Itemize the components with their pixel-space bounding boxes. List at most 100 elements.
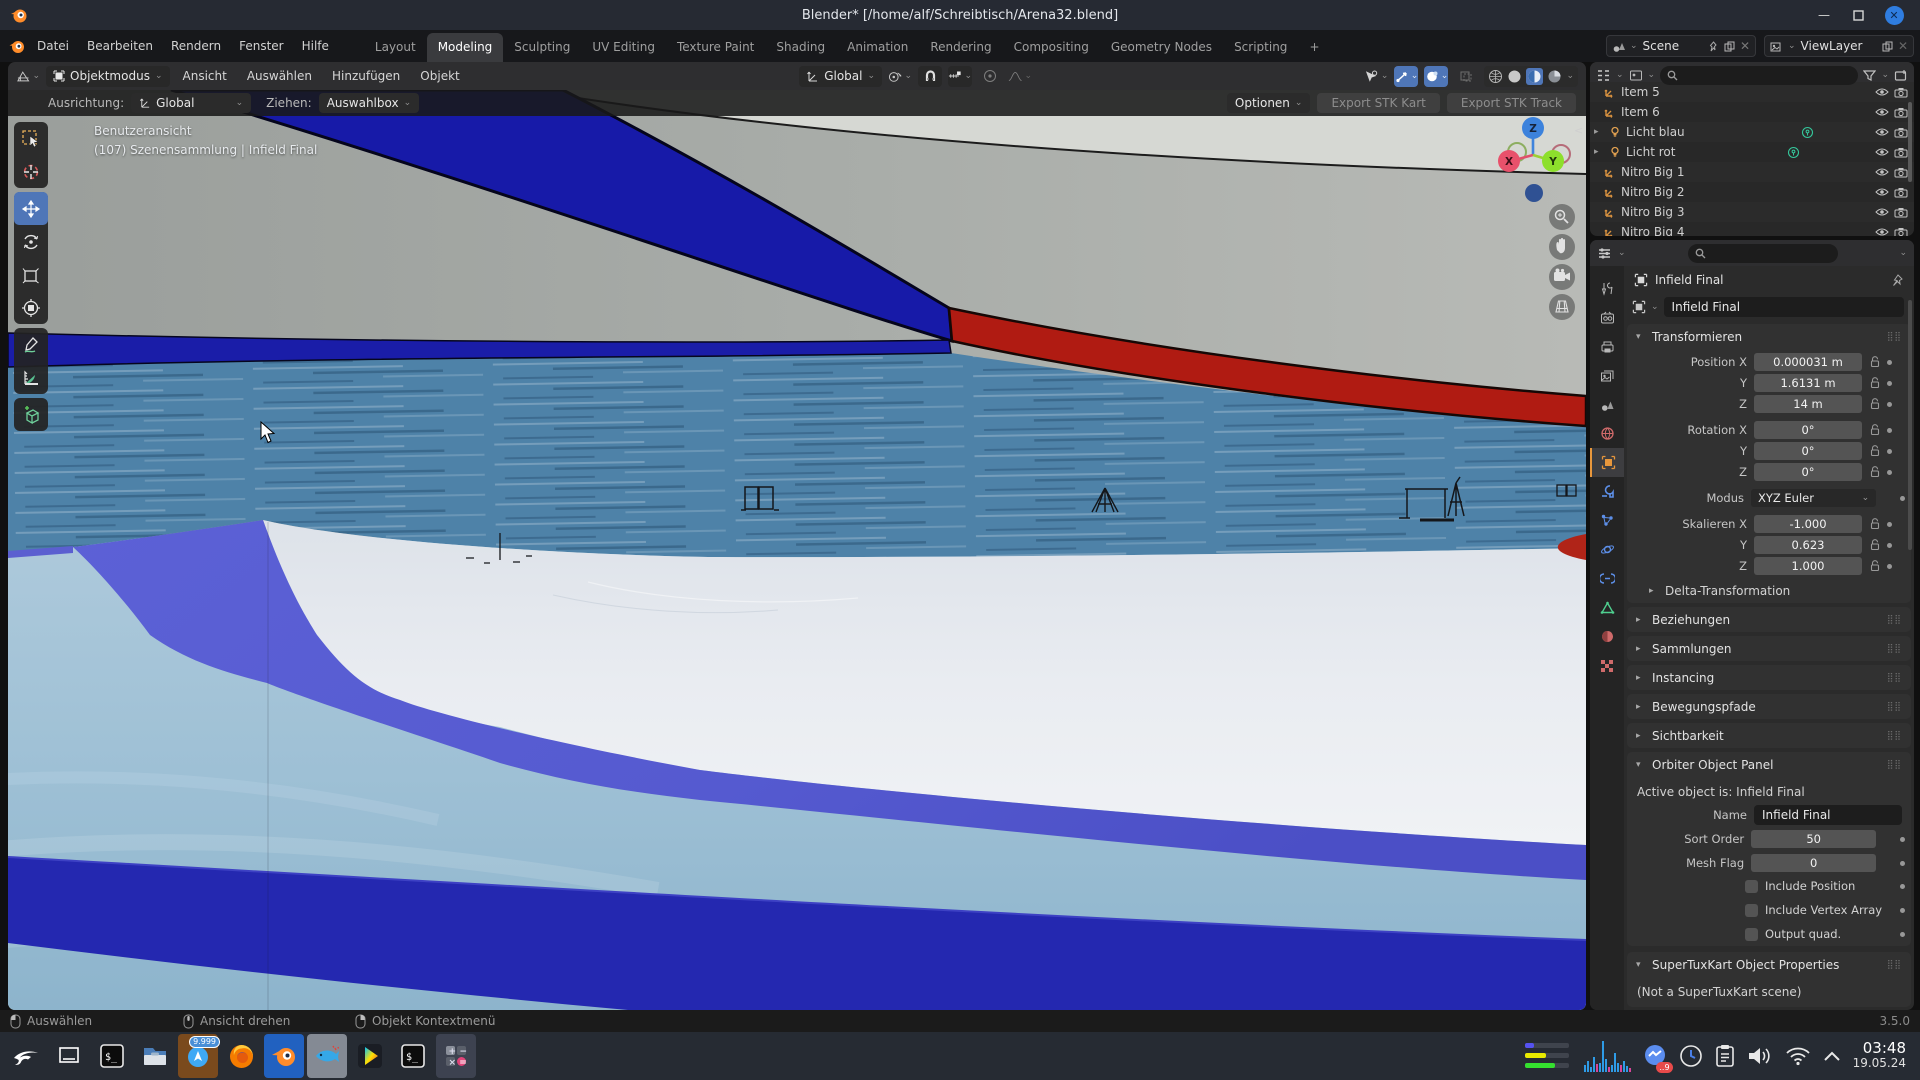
animate-dot[interactable] — [1887, 428, 1892, 433]
panel-instancing[interactable]: ▸Instancing⣿⣿ — [1627, 665, 1911, 690]
tab-modeling[interactable]: Modeling — [427, 33, 504, 62]
outliner-item[interactable]: Nitro Big 4 — [1590, 222, 1914, 236]
new-viewlayer-icon[interactable] — [1882, 41, 1893, 52]
editor-type-dropdown[interactable]: ⌄ — [16, 66, 40, 87]
export-stk-kart-button[interactable]: Export STK Kart — [1317, 93, 1439, 113]
properties-search[interactable] — [1688, 244, 1838, 263]
tab-scene[interactable] — [1590, 390, 1624, 419]
outliner-item[interactable]: Item 5 — [1590, 82, 1914, 102]
taskbar-terminal-1[interactable]: $_ — [92, 1034, 132, 1078]
proportional-editing-toggle[interactable] — [978, 66, 1002, 87]
shading-rendered-icon[interactable] — [1547, 69, 1562, 84]
new-collection-icon[interactable] — [1894, 69, 1908, 82]
outliner-item[interactable]: Item 6 — [1590, 102, 1914, 122]
animate-dot[interactable] — [1887, 381, 1892, 386]
menu-ansicht[interactable]: Ansicht — [176, 69, 234, 83]
pin-icon[interactable] — [1708, 41, 1719, 52]
outliner-item[interactable]: Nitro Big 3 — [1590, 202, 1914, 222]
animate-dot[interactable] — [1887, 543, 1892, 548]
tab-texture-paint[interactable]: Texture Paint — [666, 33, 765, 62]
window-titlebar[interactable]: Blender* [/home/alf/Schreibtisch/Arena32… — [0, 0, 1920, 30]
hide-eye-icon[interactable] — [1875, 187, 1889, 197]
menu-auswaehlen[interactable]: Auswählen — [240, 69, 319, 83]
animate-dot[interactable] — [1900, 837, 1905, 842]
panel-transform-header[interactable]: ▾ Transformieren ⣿⣿ — [1627, 324, 1911, 349]
outliner-search[interactable] — [1660, 66, 1858, 85]
animate-dot[interactable] — [1887, 449, 1892, 454]
hide-eye-icon[interactable] — [1875, 87, 1889, 97]
taskbar-calculator[interactable]: +−×= — [436, 1034, 476, 1078]
menu-hinzufuegen[interactable]: Hinzufügen — [325, 69, 407, 83]
hide-eye-icon[interactable] — [1875, 207, 1889, 217]
position-y-field[interactable]: 1.6131 m — [1754, 374, 1862, 392]
shading-solid-icon[interactable] — [1507, 69, 1522, 84]
unlink-scene-icon[interactable]: ✕ — [1740, 39, 1750, 53]
rotation-mode-dropdown[interactable]: XYZ Euler⌄ — [1751, 489, 1876, 507]
menu-hilfe[interactable]: Hilfe — [293, 39, 338, 53]
tool-scale[interactable] — [14, 258, 48, 291]
camera-visibility-icon[interactable] — [1894, 167, 1908, 178]
proportional-falloff-dropdown[interactable]: ⌄ — [1008, 66, 1032, 87]
camera-visibility-icon[interactable] — [1894, 147, 1908, 158]
lock-icon[interactable] — [1867, 424, 1882, 436]
pin-icon[interactable] — [1891, 274, 1904, 287]
tab-material[interactable] — [1590, 622, 1624, 651]
animate-dot[interactable] — [1887, 402, 1892, 407]
animate-dot[interactable] — [1900, 861, 1905, 866]
lock-icon[interactable] — [1867, 539, 1882, 551]
tab-uv-editing[interactable]: UV Editing — [581, 33, 666, 62]
tab-compositing[interactable]: Compositing — [1003, 33, 1100, 62]
grid-view-button[interactable] — [1549, 294, 1575, 320]
xray-toggle[interactable] — [1454, 66, 1478, 87]
blender-menu-icon[interactable] — [8, 37, 26, 55]
zoom-button[interactable] — [1549, 204, 1575, 230]
menu-datei[interactable]: Datei — [28, 39, 78, 53]
menu-rendern[interactable]: Rendern — [162, 39, 230, 53]
panel-bewegungspfade[interactable]: ▸Bewegungspfade⣿⣿ — [1627, 694, 1911, 719]
outliner-display-dropdown[interactable]: ⌄ — [1648, 70, 1656, 80]
pivot-point-dropdown[interactable]: ⌄ — [888, 66, 912, 87]
options-dropdown[interactable]: Optionen ⌄ — [1227, 93, 1311, 113]
tab-modifiers[interactable] — [1590, 477, 1624, 506]
lock-icon[interactable] — [1867, 356, 1882, 368]
viewlayer-selector[interactable]: ⌄ ViewLayer ✕ — [1764, 35, 1914, 57]
camera-visibility-icon[interactable] — [1894, 107, 1908, 118]
scale-y-field[interactable]: 0.623 — [1754, 536, 1862, 554]
show-gizmo-toggle[interactable]: ⌄ — [1394, 66, 1418, 87]
add-workspace-button[interactable]: + — [1298, 33, 1330, 62]
animate-dot[interactable] — [1887, 522, 1892, 527]
tool-rotate[interactable] — [14, 225, 48, 258]
snap-toggle[interactable] — [918, 66, 942, 87]
tool-measure[interactable] — [14, 361, 48, 394]
object-visibility-dropdown[interactable]: ⌄ — [1364, 66, 1388, 87]
camera-view-button[interactable] — [1549, 264, 1575, 290]
menu-objekt[interactable]: Objekt — [413, 69, 466, 83]
animate-dot[interactable] — [1887, 470, 1892, 475]
animate-dot[interactable] — [1900, 884, 1905, 889]
properties-scrollbar[interactable] — [1908, 300, 1912, 550]
animate-dot[interactable] — [1900, 932, 1905, 937]
properties-editor-dropdown[interactable]: ⌄ — [1618, 248, 1626, 258]
taskbar-terminal-2[interactable]: $_ — [393, 1034, 433, 1078]
outliner-editor-icon[interactable] — [1596, 69, 1611, 82]
include-position-checkbox[interactable] — [1745, 880, 1758, 893]
sidebar-collapse-chevron[interactable]: < — [1574, 124, 1583, 137]
clipboard-icon[interactable] — [1715, 1044, 1735, 1068]
lock-icon[interactable] — [1867, 518, 1882, 530]
tab-constraints[interactable] — [1590, 564, 1624, 593]
animate-dot[interactable] — [1900, 496, 1905, 501]
lock-icon[interactable] — [1867, 398, 1882, 410]
properties-editor-icon[interactable] — [1597, 247, 1612, 260]
taskbar-clock[interactable]: 03:48 19.05.24 — [1853, 1041, 1906, 1071]
taskbar-firefox[interactable] — [221, 1034, 261, 1078]
maximize-button[interactable] — [1848, 5, 1868, 25]
taskbar-kali-menu[interactable] — [6, 1034, 46, 1078]
snap-settings-dropdown[interactable]: ⌄ — [948, 66, 972, 87]
filter-icon[interactable] — [1863, 69, 1876, 82]
expand-chevron-icon[interactable]: ▸ — [1594, 127, 1604, 137]
tab-scripting[interactable]: Scripting — [1223, 33, 1298, 62]
tool-cursor[interactable] — [14, 155, 48, 188]
tool-move[interactable] — [14, 192, 48, 225]
tab-object[interactable] — [1590, 448, 1624, 477]
remove-viewlayer-icon[interactable]: ✕ — [1898, 39, 1908, 53]
